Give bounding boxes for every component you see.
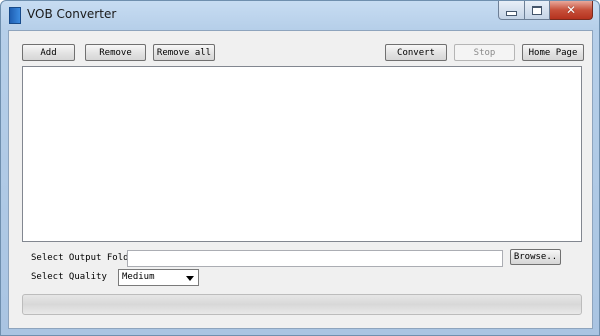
quality-label: Select Quality bbox=[31, 272, 107, 282]
file-list[interactable] bbox=[22, 66, 582, 242]
browse-button[interactable]: Browse.. bbox=[510, 249, 561, 265]
home-page-button[interactable]: Home Page bbox=[522, 44, 584, 61]
minimize-icon bbox=[506, 10, 517, 16]
window-title: VOB Converter bbox=[27, 7, 117, 21]
stop-button[interactable]: Stop bbox=[454, 44, 515, 61]
close-icon: ✕ bbox=[565, 3, 577, 17]
maximize-icon bbox=[532, 5, 542, 15]
output-folder-input[interactable] bbox=[127, 250, 503, 267]
output-folder-label: Select Output Folder bbox=[31, 253, 140, 263]
quality-selected-value: Medium bbox=[122, 272, 155, 282]
app-window: VOB Converter ✕ Add Remove Remove all Co… bbox=[0, 0, 600, 336]
window-controls: ✕ bbox=[498, 1, 593, 21]
progress-bar bbox=[22, 294, 582, 315]
convert-button[interactable]: Convert bbox=[385, 44, 447, 61]
app-icon bbox=[9, 7, 21, 24]
add-button[interactable]: Add bbox=[22, 44, 75, 61]
remove-button[interactable]: Remove bbox=[85, 44, 146, 61]
title-bar[interactable]: VOB Converter ✕ bbox=[1, 1, 599, 29]
minimize-button[interactable] bbox=[498, 1, 525, 20]
client-area: Add Remove Remove all Convert Stop Home … bbox=[8, 30, 593, 329]
dropdown-arrow-icon bbox=[186, 276, 194, 281]
quality-select[interactable]: Medium bbox=[118, 269, 199, 286]
remove-all-button[interactable]: Remove all bbox=[153, 44, 215, 61]
maximize-button[interactable] bbox=[525, 1, 550, 20]
close-button[interactable]: ✕ bbox=[550, 1, 593, 20]
